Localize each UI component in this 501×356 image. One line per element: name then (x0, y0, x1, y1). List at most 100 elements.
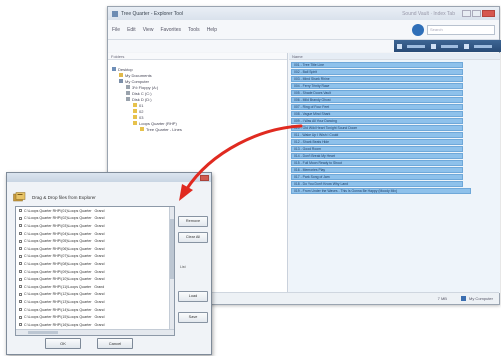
maximize-button[interactable] (472, 10, 481, 17)
vertical-scrollbar[interactable] (169, 207, 174, 330)
row-checkbox[interactable] (19, 323, 22, 327)
file-row[interactable]: 014 - Don't Break My Heart (291, 152, 463, 160)
file-row[interactable]: 003 - Mind Shark Rhine (291, 75, 463, 83)
explorer-title-bar[interactable]: Tree Quarter - Explorer Tool Sound Vault… (108, 7, 499, 20)
list-item[interactable]: C:\Loops Quarter RHP\(08)\Loops Quarter G… (16, 260, 174, 268)
list-item[interactable]: C:\Loops Quarter RHP\(13)\Loops Quarter G… (16, 298, 174, 306)
menu-help[interactable]: Help (207, 27, 217, 33)
list-item[interactable]: C:\Loops Quarter RHP\(03)\Loops Quarter G… (16, 222, 174, 230)
remove-button[interactable]: Remove (178, 216, 208, 227)
row-checkbox[interactable] (19, 216, 22, 220)
row-checkbox[interactable] (19, 300, 22, 304)
list-item[interactable]: C:\Loops Quarter RHP\(04)\Loops Quarter G… (16, 230, 174, 238)
list-item[interactable]: C:\Loops Quarter RHP\(01)\Loops Quarter G… (16, 207, 174, 215)
row-checkbox[interactable] (19, 292, 22, 296)
file-name: 014 - Don't Break My Heart (294, 153, 335, 158)
views-label[interactable] (440, 44, 459, 48)
row-checkbox[interactable] (19, 232, 22, 236)
folder-icon (133, 109, 137, 113)
scroll-thumb[interactable] (170, 219, 174, 279)
list-item[interactable]: C:\Loops Quarter RHP\(12)\Loops Quarter G… (16, 291, 174, 299)
file-row[interactable]: 007 - Ring of Four Feet (291, 103, 463, 111)
minimize-button[interactable] (462, 10, 471, 17)
file-row[interactable]: 004 - Ferry Trinity Rawr (291, 82, 463, 90)
file-row[interactable]: 002 - Ball Spirit (291, 68, 463, 76)
file-row[interactable]: 001 - Tree Title Line (291, 62, 463, 69)
list-item[interactable]: C:\Loops Quarter RHP\(02)\Loops Quarter G… (16, 215, 174, 223)
file-row[interactable]: 006 - Mild Brandy Ghost (291, 96, 463, 104)
row-checkbox[interactable] (19, 247, 22, 251)
cancel-button[interactable]: Cancel (97, 338, 133, 349)
list-item[interactable]: C:\Loops Quarter RHP\(10)\Loops Quarter G… (16, 275, 174, 283)
close-button[interactable] (482, 10, 495, 17)
row-checkbox[interactable] (19, 308, 22, 312)
burn-label[interactable] (474, 44, 492, 48)
file-row[interactable]: 016 - Memories Play (291, 166, 463, 174)
file-name: 011 - Wake Up I Wish I Could (294, 133, 339, 138)
list-item[interactable]: C:\Loops Quarter RHP\(16)\Loops Quarter G… (16, 321, 174, 329)
tree-item[interactable]: Tree Quarter - Lines (108, 126, 287, 132)
file-path: C:\Loops Quarter RHP\(01)\Loops Quarter (24, 208, 92, 213)
file-row[interactable]: 018 - Do You Don't Know Why Land (291, 180, 463, 188)
views-icon[interactable] (430, 43, 436, 49)
file-row[interactable]: 011 - Wake Up I Wish I Could (291, 131, 463, 139)
file-name: 016 - Memories Play (294, 167, 326, 172)
row-checkbox[interactable] (19, 209, 22, 213)
clear-all-button[interactable]: Clear All (178, 232, 208, 243)
row-checkbox[interactable] (19, 285, 22, 289)
save-button[interactable]: Save (178, 312, 208, 323)
menu-view[interactable]: View (143, 27, 154, 33)
file-row[interactable]: 005 - Shade Doors Vault (291, 89, 463, 97)
row-checkbox[interactable] (19, 262, 22, 266)
menu-favorites[interactable]: Favorites (160, 27, 181, 33)
file-row[interactable]: 008 - Vague Mind Shark (291, 110, 463, 118)
file-name: 005 - Shade Doors Vault (294, 91, 331, 96)
row-checkbox[interactable] (19, 224, 22, 228)
file-row[interactable]: 009 - I Was All Your Dancing (291, 117, 463, 125)
tree-item-label: My Computer (125, 78, 150, 84)
folder-files-icon (13, 192, 26, 202)
list-item[interactable]: C:\Loops Quarter RHP\(09)\Loops Quarter G… (16, 268, 174, 276)
scroll-thumb[interactable] (28, 331, 58, 334)
list-item[interactable]: C:\Loops Quarter RHP\(06)\Loops Quarter G… (16, 245, 174, 253)
row-checkbox[interactable] (19, 277, 22, 281)
menu-edit[interactable]: Edit (127, 27, 136, 33)
file-name: 001 - Tree Title Line (294, 63, 324, 68)
row-checkbox[interactable] (19, 315, 22, 319)
list-item[interactable]: C:\Loops Quarter RHP\(11)\Loops Quarter G… (16, 283, 174, 291)
row-checkbox[interactable] (19, 239, 22, 243)
search-input[interactable]: Search (427, 24, 495, 35)
burn-icon[interactable] (464, 43, 470, 49)
organize-label[interactable] (406, 44, 425, 48)
dropped-files-list[interactable]: C:\Loops Quarter RHP\(01)\Loops Quarter G… (15, 206, 175, 336)
command-bar (394, 40, 501, 52)
organize-icon[interactable] (397, 43, 402, 49)
folder-icon (126, 85, 130, 89)
file-row[interactable]: 012 - Shark Beats Hide (291, 138, 463, 146)
list-item[interactable]: C:\Loops Quarter RHP\(07)\Loops Quarter G… (16, 253, 174, 261)
file-row[interactable]: 017 - Park Song of Jam (291, 173, 463, 181)
dialog-title-bar[interactable] (7, 173, 211, 182)
back-button[interactable] (412, 23, 424, 36)
file-row[interactable]: 015 - Full Moon Ready to Shout (291, 159, 463, 167)
menu-tools[interactable]: Tools (188, 27, 200, 33)
explorer-title-status: Sound Vault · Index Tab (402, 10, 455, 17)
dialog-close-button[interactable] (200, 174, 209, 181)
row-checkbox[interactable] (19, 270, 22, 274)
file-row[interactable]: 019 - From Under the Waves - This Is Gon… (291, 187, 471, 195)
file-name: 002 - Ball Spirit (294, 70, 317, 75)
ok-button[interactable]: OK (45, 338, 81, 349)
list-item[interactable]: C:\Loops Quarter RHP\(15)\Loops Quarter G… (16, 313, 174, 321)
list-item[interactable]: C:\Loops Quarter RHP\(05)\Loops Quarter G… (16, 237, 174, 245)
list-item[interactable]: C:\Loops Quarter RHP\(14)\Loops Quarter G… (16, 306, 174, 314)
file-row[interactable]: 013 - Good Room (291, 145, 463, 153)
file-status: Grand (94, 216, 105, 221)
name-column-header[interactable]: Name (289, 53, 500, 60)
tree-item-label: My Documents (125, 72, 152, 78)
file-row[interactable]: 010 - Old Wild Heart Tonight Sound Doom (291, 124, 463, 132)
menu-file[interactable]: File (112, 27, 120, 33)
row-checkbox[interactable] (19, 254, 22, 258)
load-button[interactable]: Load (178, 291, 208, 302)
file-path: C:\Loops Quarter RHP\(12)\Loops Quarter (24, 292, 92, 297)
horizontal-scrollbar[interactable] (16, 329, 174, 335)
